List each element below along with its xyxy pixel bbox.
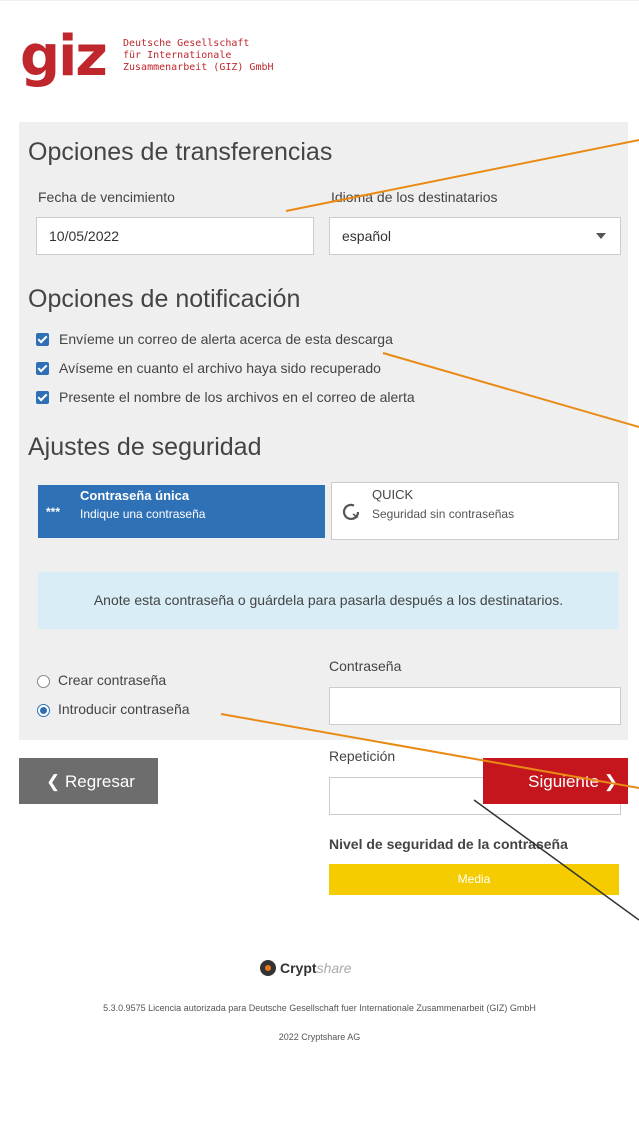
copyright-text: 2022 Cryptshare AG [278, 1032, 361, 1042]
logo-line-2: für Internationale [123, 50, 232, 61]
show-filenames-checkbox[interactable] [36, 391, 49, 404]
notify-retrieved-checkbox[interactable] [36, 362, 49, 375]
cryptshare-logo: Cryptshare [260, 960, 352, 976]
language-label: Idioma de los destinatarios [331, 189, 498, 205]
alert-download-label: Envíeme un correo de alerta acerca de es… [59, 331, 393, 347]
language-select-value: español [342, 228, 392, 244]
password-label: Contraseña [329, 658, 402, 674]
giz-logo: giz [20, 24, 108, 89]
strength-label: Nivel de seguridad de la contraseña [329, 836, 568, 852]
password-input[interactable] [329, 687, 621, 725]
security-settings-heading: Ajustes de seguridad [28, 433, 262, 461]
enter-password-radio[interactable] [37, 704, 50, 717]
annotation-line-repeat [473, 799, 639, 921]
tab-quick[interactable]: QUICK Seguridad sin contraseñas [331, 482, 619, 540]
quick-refresh-icon [342, 503, 360, 521]
expiry-label: Fecha de vencimiento [38, 189, 175, 205]
chevron-down-icon [596, 233, 606, 239]
next-button[interactable]: Siguiente ❯ [483, 758, 628, 804]
expiry-date-field[interactable]: 10/05/2022 [36, 217, 314, 255]
asterisk-icon: *** [46, 505, 61, 519]
tab-single-password-subtitle: Indique una contraseña [80, 507, 206, 521]
giz-logo-text: Deutsche Gesellschaft für Internationale… [123, 38, 274, 74]
cryptshare-logo-icon [260, 960, 276, 976]
create-password-radio[interactable] [37, 675, 50, 688]
show-filenames-label: Presente el nombre de los archivos en el… [59, 389, 415, 405]
logo-line-1: Deutsche Gesellschaft [123, 38, 250, 49]
tab-single-password[interactable]: *** Contraseña única Indique una contras… [38, 485, 325, 538]
back-button[interactable]: ❮ Regresar [19, 758, 158, 804]
create-password-label: Crear contraseña [58, 672, 167, 688]
password-info-banner: Anote esta contraseña o guárdela para pa… [38, 572, 619, 629]
tab-quick-subtitle: Seguridad sin contraseñas [372, 507, 515, 521]
tab-quick-title: QUICK [372, 487, 414, 502]
logo-line-3: Zusammenarbeit (GIZ) GmbH [123, 62, 274, 73]
enter-password-label: Introducir contraseña [58, 701, 190, 717]
options-panel [19, 122, 628, 740]
alert-download-checkbox[interactable] [36, 333, 49, 346]
cryptshare-logo-word: Crypt [280, 960, 317, 976]
transfer-options-heading: Opciones de transferencias [28, 138, 333, 166]
notification-options-heading: Opciones de notificación [28, 285, 301, 313]
license-text: 5.3.0.9575 Licencia autorizada para Deut… [103, 1003, 536, 1013]
cryptshare-logo-word2: share [316, 960, 352, 976]
password-strength-meter: Media [329, 864, 619, 895]
notify-retrieved-label: Avíseme en cuanto el archivo haya sido r… [59, 360, 381, 376]
language-select[interactable]: español [329, 217, 621, 255]
tab-single-password-title: Contraseña única [80, 488, 190, 503]
repeat-label: Repetición [329, 748, 396, 764]
header: giz Deutsche Gesellschaft für Internatio… [0, 0, 639, 123]
